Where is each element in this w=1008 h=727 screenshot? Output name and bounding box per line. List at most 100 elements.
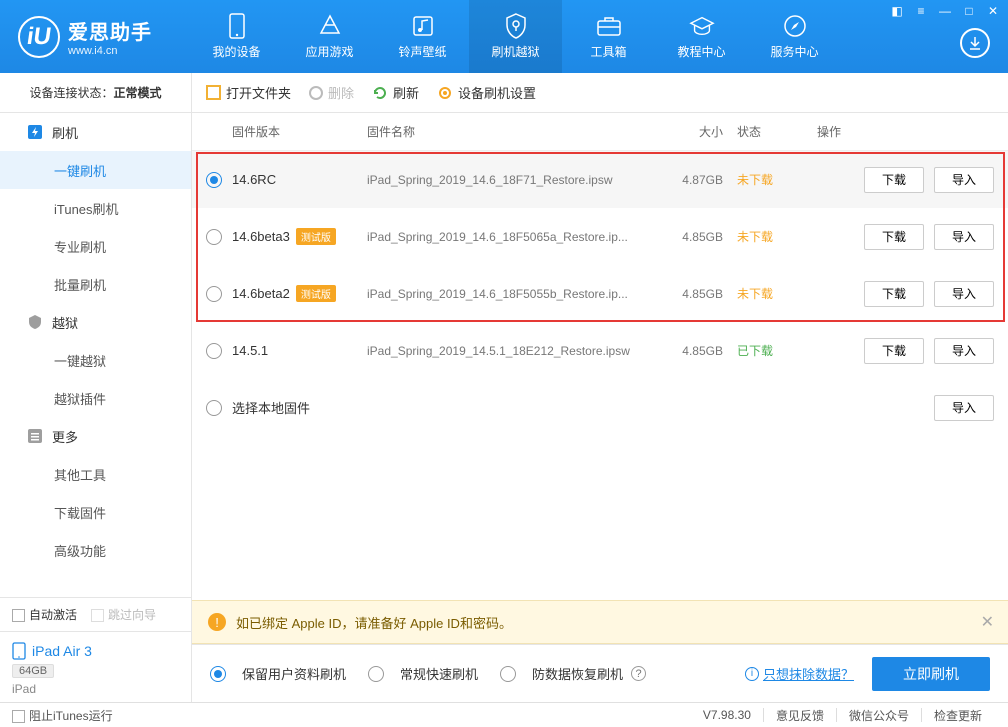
device-info[interactable]: iPad Air 3 64GB iPad xyxy=(0,632,191,702)
help-icon[interactable]: ? xyxy=(631,666,646,681)
table-row[interactable]: 14.6RC iPad_Spring_2019_14.6_18F71_Resto… xyxy=(192,151,1008,208)
sidebar-item-oneclick-flash[interactable]: 一键刷机 xyxy=(0,151,191,189)
delete-button[interactable]: 删除 xyxy=(309,83,354,102)
import-button[interactable]: 导入 xyxy=(934,395,994,421)
connection-status: 设备连接状态：正常模式 xyxy=(0,73,191,113)
app-name: 爱思助手 xyxy=(68,16,152,45)
auto-activate-checkbox[interactable]: 自动激活 xyxy=(12,606,77,623)
minimize-icon[interactable]: — xyxy=(938,4,952,18)
nav-tutorials[interactable]: 教程中心 xyxy=(655,0,748,73)
table-row[interactable]: 14.5.1 iPad_Spring_2019_14.5.1_18E212_Re… xyxy=(192,322,1008,379)
flash-opt-anti[interactable]: 防数据恢复刷机? xyxy=(500,664,646,683)
radio-select[interactable] xyxy=(206,343,222,359)
th-ops: 操作 xyxy=(817,123,1008,140)
sidebar-item-itunes-flash[interactable]: iTunes刷机 xyxy=(0,189,191,227)
block-itunes-checkbox[interactable]: 阻止iTunes运行 xyxy=(12,707,113,724)
flash-opt-fast[interactable]: 常规快速刷机 xyxy=(368,664,478,683)
radio-select[interactable] xyxy=(206,286,222,302)
radio-select[interactable] xyxy=(206,229,222,245)
auto-activate-row: 自动激活 跳过向导 xyxy=(0,598,191,632)
wechat-link[interactable]: 微信公众号 xyxy=(837,707,921,724)
download-button[interactable]: 下载 xyxy=(864,224,924,250)
apps-icon xyxy=(317,13,343,39)
skin-icon[interactable]: ◧ xyxy=(890,4,904,18)
import-button[interactable]: 导入 xyxy=(934,167,994,193)
compass-icon xyxy=(782,13,808,39)
beta-badge: 测试版 xyxy=(296,228,336,245)
flash-opt-keep[interactable]: 保留用户资料刷机 xyxy=(210,664,346,683)
warning-icon: ! xyxy=(208,613,226,631)
settings-button[interactable]: 设备刷机设置 xyxy=(437,83,536,102)
window-controls: ◧ ≡ — □ ✕ xyxy=(890,4,1000,18)
version-label: V7.98.30 xyxy=(691,708,763,722)
flash-icon xyxy=(28,125,42,139)
sidebar-group-flash[interactable]: 刷机 xyxy=(0,113,191,151)
more-icon xyxy=(28,429,42,443)
folder-icon xyxy=(206,85,221,100)
flash-now-button[interactable]: 立即刷机 xyxy=(872,657,990,691)
refresh-button[interactable]: 刷新 xyxy=(372,83,419,102)
device-storage: 64GB xyxy=(12,664,54,678)
phone-icon xyxy=(224,13,250,39)
feedback-link[interactable]: 意见反馈 xyxy=(764,707,836,724)
sidebar-group-jailbreak[interactable]: 越狱 xyxy=(0,303,191,341)
music-icon xyxy=(410,13,436,39)
nav-flash[interactable]: 刷机越狱 xyxy=(469,0,562,73)
sidebar-item-oneclick-jb[interactable]: 一键越狱 xyxy=(0,341,191,379)
erase-data-link[interactable]: i只想抹除数据？ xyxy=(745,664,854,683)
sidebar-item-advanced[interactable]: 高级功能 xyxy=(0,531,191,569)
sidebar: 设备连接状态：正常模式 刷机 一键刷机 iTunes刷机 专业刷机 批量刷机 越… xyxy=(0,73,192,702)
shield-small-icon xyxy=(28,315,42,329)
radio-select[interactable] xyxy=(206,172,222,188)
alert-close-icon[interactable]: ✕ xyxy=(981,612,994,632)
download-button[interactable] xyxy=(960,28,990,58)
table-row[interactable]: 14.6beta3测试版 iPad_Spring_2019_14.6_18F50… xyxy=(192,208,1008,265)
menu-icon[interactable]: ≡ xyxy=(914,4,928,18)
download-button[interactable]: 下载 xyxy=(864,281,924,307)
sidebar-item-pro-flash[interactable]: 专业刷机 xyxy=(0,227,191,265)
table-row[interactable]: 14.6beta2测试版 iPad_Spring_2019_14.6_18F50… xyxy=(192,265,1008,322)
info-icon: i xyxy=(745,667,759,681)
graduation-icon xyxy=(689,13,715,39)
delete-icon xyxy=(309,86,323,100)
firmware-table: 14.6RC iPad_Spring_2019_14.6_18F71_Resto… xyxy=(192,151,1008,436)
skip-wizard-checkbox[interactable]: 跳过向导 xyxy=(91,606,156,623)
toolbox-icon xyxy=(596,13,622,39)
logo-icon: iU xyxy=(18,16,60,58)
header: iU 爱思助手 www.i4.cn 我的设备 应用游戏 铃声壁纸 刷机越狱 工具… xyxy=(0,0,1008,73)
radio-select[interactable] xyxy=(206,400,222,416)
check-update-link[interactable]: 检查更新 xyxy=(922,707,994,724)
flash-options-bar: 保留用户资料刷机 常规快速刷机 防数据恢复刷机? i只想抹除数据？ 立即刷机 xyxy=(192,644,1008,702)
download-button[interactable]: 下载 xyxy=(864,338,924,364)
import-button[interactable]: 导入 xyxy=(934,338,994,364)
main-content: 打开文件夹 删除 刷新 设备刷机设置 固件版本 固件名称 大小 状态 操作 14… xyxy=(192,73,1008,702)
th-size: 大小 xyxy=(667,123,737,140)
nav-my-device[interactable]: 我的设备 xyxy=(190,0,283,73)
open-folder-button[interactable]: 打开文件夹 xyxy=(206,83,291,102)
nav-ringtones[interactable]: 铃声壁纸 xyxy=(376,0,469,73)
logo[interactable]: iU 爱思助手 www.i4.cn xyxy=(0,16,190,58)
th-status: 状态 xyxy=(737,123,817,140)
sidebar-item-download-firmware[interactable]: 下载固件 xyxy=(0,493,191,531)
tablet-icon xyxy=(12,642,26,660)
sidebar-group-more[interactable]: 更多 xyxy=(0,417,191,455)
th-version: 固件版本 xyxy=(232,123,367,140)
shield-icon xyxy=(503,13,529,39)
import-button[interactable]: 导入 xyxy=(934,224,994,250)
import-button[interactable]: 导入 xyxy=(934,281,994,307)
nav-toolbox[interactable]: 工具箱 xyxy=(562,0,655,73)
sidebar-item-batch-flash[interactable]: 批量刷机 xyxy=(0,265,191,303)
download-button[interactable]: 下载 xyxy=(864,167,924,193)
app-url: www.i4.cn xyxy=(68,45,152,57)
nav-service[interactable]: 服务中心 xyxy=(748,0,841,73)
footer: 阻止iTunes运行 V7.98.30 意见反馈 微信公众号 检查更新 xyxy=(0,702,1008,727)
toolbar: 打开文件夹 删除 刷新 设备刷机设置 xyxy=(192,73,1008,113)
th-name: 固件名称 xyxy=(367,123,667,140)
maximize-icon[interactable]: □ xyxy=(962,4,976,18)
nav-apps[interactable]: 应用游戏 xyxy=(283,0,376,73)
sidebar-item-jb-plugins[interactable]: 越狱插件 xyxy=(0,379,191,417)
table-row-local[interactable]: 选择本地固件 导入 xyxy=(192,379,1008,436)
close-icon[interactable]: ✕ xyxy=(986,4,1000,18)
beta-badge: 测试版 xyxy=(296,285,336,302)
sidebar-item-other-tools[interactable]: 其他工具 xyxy=(0,455,191,493)
